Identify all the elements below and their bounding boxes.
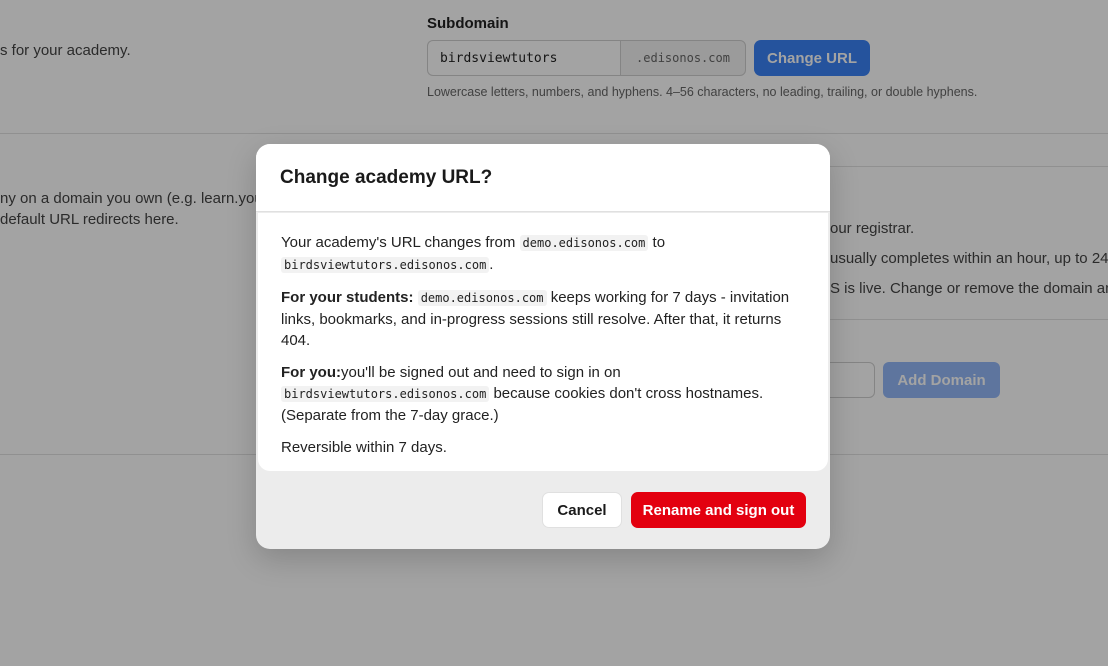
summary-suffix: . (489, 256, 494, 273)
dialog-footer: Cancel Rename and sign out (256, 471, 830, 549)
students-notice: For your students: demo.edisonos.com kee… (281, 287, 805, 351)
students-host-code: demo.edisonos.com (417, 290, 547, 306)
self-host-code: birdsviewtutors.edisonos.com (281, 386, 490, 402)
url-change-summary: Your academy's URL changes from demo.edi… (281, 232, 805, 276)
summary-prefix: Your academy's URL changes from (281, 234, 516, 251)
dialog-header: Change academy URL? (256, 144, 830, 212)
dialog-title: Change academy URL? (280, 166, 493, 188)
settings-page: s for your academy. Subdomain birdsviewt… (0, 0, 1108, 666)
old-host-code: demo.edisonos.com (519, 235, 649, 251)
reversible-note: Reversible within 7 days. (281, 439, 447, 456)
self-label: For you: (281, 364, 341, 381)
new-host-code: birdsviewtutors.edisonos.com (281, 257, 490, 273)
change-url-dialog: Change academy URL? Your academy's URL c… (256, 144, 830, 549)
dialog-body: Your academy's URL changes from demo.edi… (258, 213, 828, 471)
students-label: For your students: (281, 289, 414, 306)
cancel-button[interactable]: Cancel (542, 492, 622, 528)
self-text: you'll be signed out and need to sign in… (341, 364, 621, 381)
rename-and-sign-out-button[interactable]: Rename and sign out (631, 492, 806, 528)
summary-to: to (652, 234, 666, 251)
self-notice: For you:you'll be signed out and need to… (281, 362, 805, 426)
